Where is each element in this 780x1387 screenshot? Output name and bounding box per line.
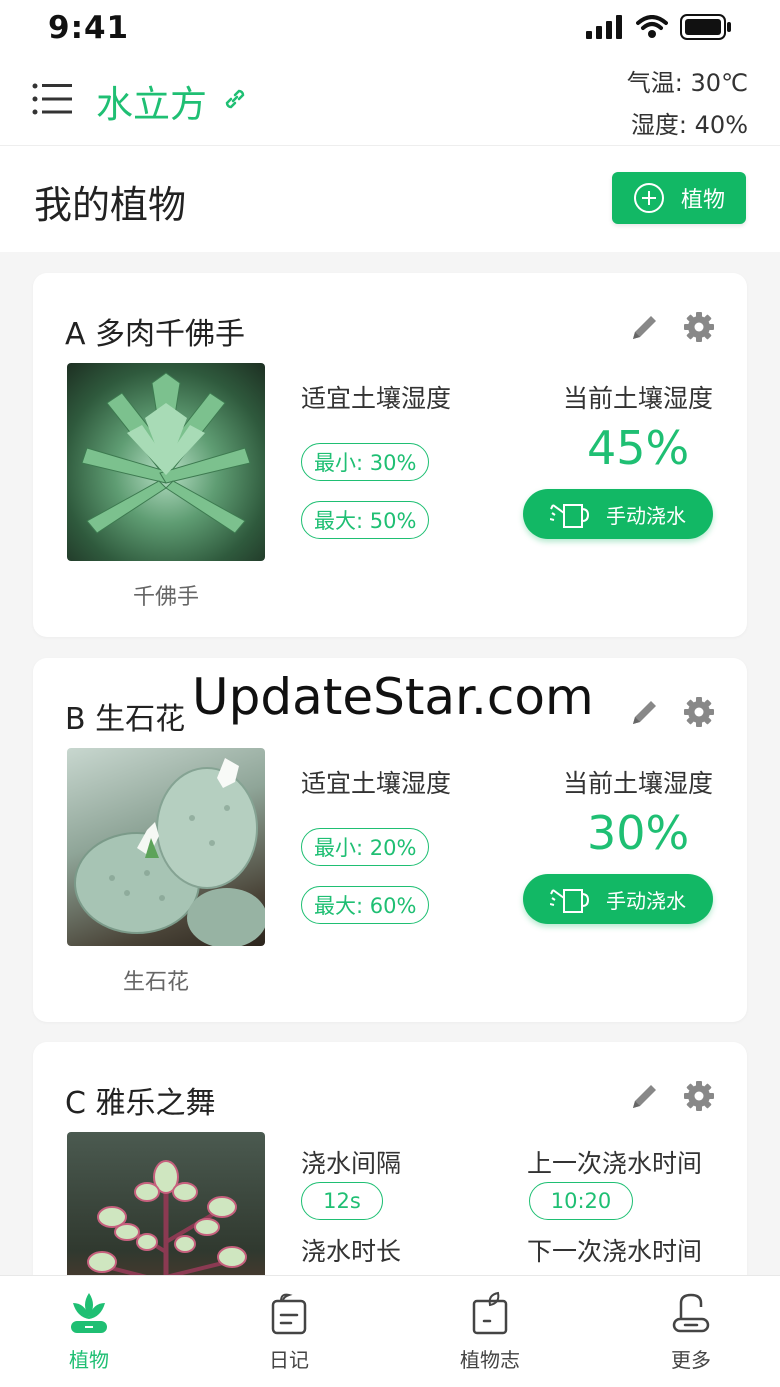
plant-title: A 多肉千佛手 [65, 317, 246, 352]
wifi-icon [636, 15, 668, 38]
add-plant-button[interactable]: 植物 [612, 172, 746, 224]
weather-info: 气温: 30℃ 湿度: 40% [627, 62, 748, 146]
tab-label: 更多 [671, 1348, 711, 1372]
manual-water-button[interactable]: 手动浇水 [523, 489, 713, 539]
tab-label: 日记 [269, 1348, 309, 1372]
plant-caption: 千佛手 [132, 585, 199, 610]
plant-card[interactable]: A 多肉千佛手 千佛手 适宜土壤湿度 最小: 30% 最大: 50% 当前土壤湿… [33, 273, 747, 637]
temperature: 气温: 30℃ [626, 69, 748, 97]
battery-icon [680, 14, 731, 40]
manual-water-button[interactable]: 手动浇水 [523, 874, 713, 924]
status-icons [586, 14, 732, 40]
current-humidity-value: 30% [587, 806, 690, 860]
humidity: 湿度: 40% [630, 111, 748, 139]
gear-icon[interactable] [683, 696, 715, 728]
more-icon [672, 1293, 710, 1333]
add-circle-icon [633, 183, 664, 213]
tab-diary[interactable]: 日记 [229, 1288, 349, 1373]
tab-more[interactable]: 更多 [631, 1288, 751, 1373]
edit-icon[interactable] [629, 311, 661, 343]
current-humidity-label: 当前土壤湿度 [562, 384, 713, 413]
plant-title: B 生石花 [65, 702, 186, 737]
tab-label: 植物志 [460, 1348, 520, 1372]
diary-icon [271, 1293, 307, 1335]
gear-icon[interactable] [683, 311, 715, 343]
tab-label: 植物 [69, 1348, 109, 1372]
tab-encyclopedia[interactable]: 植物志 [430, 1288, 550, 1373]
min-humidity-badge: 最小: 30% [301, 443, 430, 481]
last-watering-label: 上一次浇水时间 [527, 1149, 703, 1178]
encyclopedia-icon [472, 1291, 508, 1335]
bottom-tab-bar: 植物 日记 植物志 更多 [0, 1275, 780, 1387]
max-humidity-badge: 最大: 50% [301, 501, 430, 539]
app-title[interactable]: 水立方 [96, 74, 207, 128]
watering-can-icon [550, 504, 590, 528]
max-humidity-badge: 最大: 60% [301, 886, 430, 924]
soil-humidity-label: 适宜土壤湿度 [301, 384, 452, 413]
plant-photo[interactable] [67, 748, 265, 946]
tab-plants[interactable]: 植物 [29, 1288, 149, 1373]
menu-icon[interactable] [32, 82, 72, 116]
watering-interval-label: 浇水间隔 [301, 1149, 402, 1178]
last-watering-value: 10:20 [529, 1182, 633, 1220]
link-icon[interactable] [222, 86, 248, 112]
watering-can-icon [550, 889, 590, 913]
manual-water-label: 手动浇水 [606, 505, 686, 528]
plant-title: C 雅乐之舞 [65, 1086, 216, 1121]
gear-icon[interactable] [683, 1080, 715, 1112]
edit-icon[interactable] [629, 1080, 661, 1112]
manual-water-label: 手动浇水 [606, 890, 686, 913]
plant-photo[interactable] [67, 363, 265, 561]
app-header: 水立方 气温: 30℃ 湿度: 40% [0, 56, 780, 146]
watering-interval-value[interactable]: 12s [301, 1182, 383, 1220]
min-humidity-badge: 最小: 20% [301, 828, 430, 866]
watering-duration-label: 浇水时长 [301, 1237, 402, 1266]
current-humidity-value: 45% [587, 421, 690, 475]
plant-caption: 生石花 [122, 970, 189, 995]
watermark: UpdateStar.com [192, 668, 594, 726]
current-humidity-label: 当前土壤湿度 [562, 769, 713, 798]
add-plant-label: 植物 [680, 187, 725, 212]
status-time: 9:41 [48, 10, 130, 46]
signal-icon [586, 15, 622, 39]
next-watering-label: 下一次浇水时间 [527, 1237, 703, 1266]
section-title: 我的植物 [34, 183, 187, 227]
soil-humidity-label: 适宜土壤湿度 [301, 769, 452, 798]
edit-icon[interactable] [629, 696, 661, 728]
section-header: 我的植物 植物 [0, 146, 780, 252]
plant-icon [71, 1293, 107, 1333]
status-bar: 9:41 [0, 0, 780, 56]
